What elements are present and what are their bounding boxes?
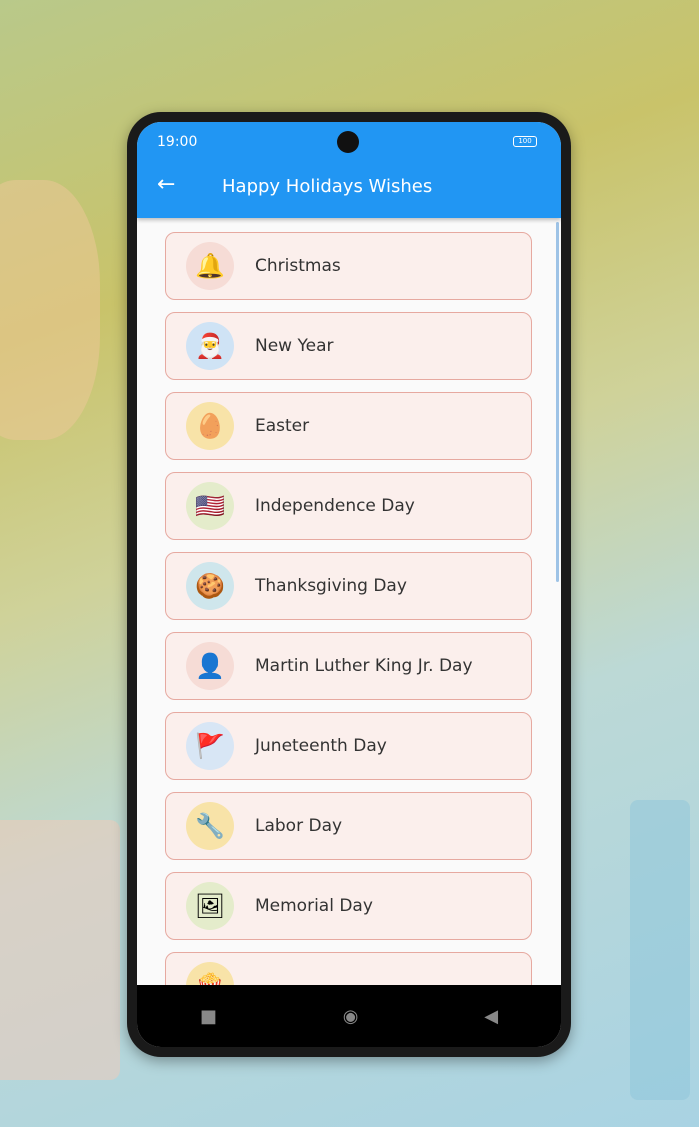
list-item[interactable]: 🎅 New Year [165, 312, 532, 380]
flag-heart-icon: 🇺🇸 [186, 482, 234, 530]
holiday-list: 🔔 Christmas 🎅 New Year 🥚 Easter 🇺🇸 Independence… [165, 232, 532, 1032]
list-item-label: Thanksgiving Day [255, 576, 407, 596]
picture-frame-icon: 🖼 [186, 882, 234, 930]
list-item-label: New Year [255, 336, 334, 356]
list-item-label: Independence Day [255, 496, 415, 516]
juneteenth-flag-icon: 🚩 [186, 722, 234, 770]
santa-icon: 🎅 [186, 322, 234, 370]
system-nav-bar: ■ ◉ ◀ [137, 985, 561, 1047]
list-item[interactable]: 🔔 Christmas [165, 232, 532, 300]
arrow-left-icon[interactable]: ← [157, 172, 175, 197]
battery-icon: 100 [513, 136, 537, 147]
back-button[interactable]: ◀ [484, 1006, 498, 1027]
camera-cutout [337, 131, 359, 153]
list-item-label: Labor Day [255, 816, 343, 836]
list-item[interactable]: 🔧 Labor Day [165, 792, 532, 860]
home-button[interactable]: ◉ [343, 1006, 359, 1027]
background-decoration [630, 800, 690, 1100]
status-time: 19:00 [157, 134, 198, 150]
page-title: Happy Holidays Wishes [222, 176, 433, 197]
recent-apps-button[interactable]: ■ [200, 1006, 217, 1027]
list-item[interactable]: 🖼 Memorial Day [165, 872, 532, 940]
background-decoration [0, 820, 120, 1080]
background-decoration [0, 180, 100, 440]
phone-screen: 19:00 100 ← Happy Holidays Wishes 🔔 Chris… [137, 122, 561, 1047]
list-item-label: Martin Luther King Jr. Day [255, 656, 473, 676]
list-item-label: Memorial Day [255, 896, 373, 916]
easter-egg-icon: 🥚 [186, 402, 234, 450]
list-item[interactable]: 🚩 Juneteenth Day [165, 712, 532, 780]
list-item[interactable]: 🇺🇸 Independence Day [165, 472, 532, 540]
portrait-icon: 👤 [186, 642, 234, 690]
scrollbar[interactable] [556, 222, 559, 582]
list-item-label: Juneteenth Day [255, 736, 387, 756]
list-item[interactable]: 👤 Martin Luther King Jr. Day [165, 632, 532, 700]
wrench-badge-icon: 🔧 [186, 802, 234, 850]
phone-frame: 19:00 100 ← Happy Holidays Wishes 🔔 Chris… [127, 112, 571, 1057]
thanks-badge-icon: 🍪 [186, 562, 234, 610]
list-item[interactable]: 🍪 Thanksgiving Day [165, 552, 532, 620]
list-item-label: Christmas [255, 256, 341, 276]
bell-icon: 🔔 [186, 242, 234, 290]
list-item[interactable]: 🥚 Easter [165, 392, 532, 460]
list-item-label: Easter [255, 416, 310, 436]
app-bar: 19:00 100 ← Happy Holidays Wishes [137, 122, 561, 218]
